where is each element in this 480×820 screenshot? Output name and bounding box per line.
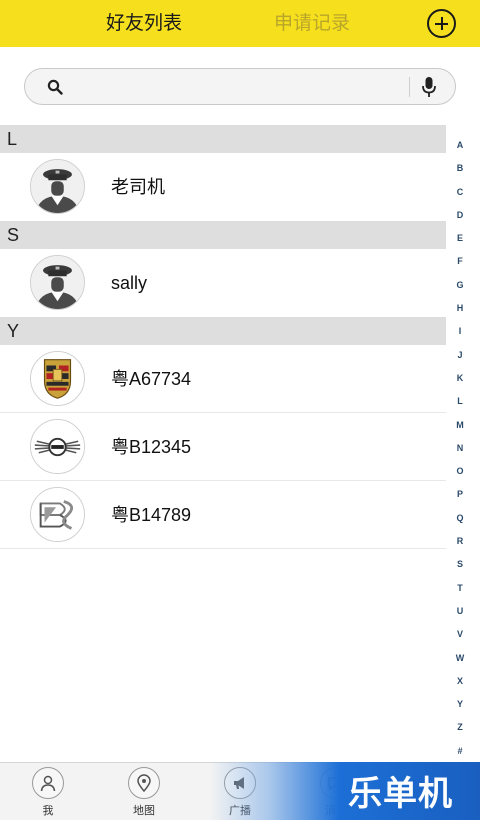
search-bar (24, 68, 456, 105)
index-letter[interactable]: L (446, 390, 474, 413)
index-letter[interactable]: E (446, 227, 474, 250)
index-letter[interactable]: X (446, 670, 474, 693)
section-header: S (0, 221, 446, 249)
index-letter[interactable]: Y (446, 693, 474, 716)
index-letter[interactable]: C (446, 181, 474, 204)
index-letter[interactable]: G (446, 274, 474, 297)
tab-friend-list[interactable]: 好友列表 (106, 0, 182, 47)
tab-request-history[interactable]: 申请记录 (274, 0, 350, 47)
contact-name: 老司机 (111, 177, 165, 197)
contact-name: 粤A67734 (111, 369, 192, 389)
index-letter[interactable]: P (446, 483, 474, 506)
porsche-logo (30, 351, 85, 406)
index-letter[interactable]: M (446, 414, 474, 437)
nav-item-map[interactable]: 地图 (96, 763, 192, 820)
contact-name: 粤B14789 (111, 505, 192, 525)
microphone-icon[interactable] (421, 76, 437, 98)
index-letter[interactable]: Z (446, 716, 474, 739)
ds-logo (30, 487, 85, 542)
watermark-logo: 乐单机 (348, 774, 453, 814)
section-header: L (0, 125, 446, 153)
index-letter[interactable]: W (446, 647, 474, 670)
chauffeur-avatar (30, 159, 85, 214)
contact-name: 粤B12345 (111, 437, 192, 457)
nav-label: 我 (42, 805, 54, 817)
index-letter[interactable]: A (446, 134, 474, 157)
contact-list: L 老司机 S sally Y 粤A67734 粤B12345 粤B14789 (0, 125, 446, 549)
index-letter[interactable]: Q (446, 507, 474, 530)
index-letter[interactable]: O (446, 460, 474, 483)
alphabet-index-bar[interactable]: A B C D E F G H I J K L M N O P Q R S T … (446, 134, 474, 762)
list-item[interactable]: sally (0, 249, 446, 317)
index-letter[interactable]: T (446, 577, 474, 600)
list-item[interactable]: 粤B12345 (0, 413, 446, 481)
index-letter[interactable]: N (446, 437, 474, 460)
index-letter[interactable]: # (446, 740, 474, 763)
index-letter[interactable]: D (446, 204, 474, 227)
index-letter[interactable]: H (446, 297, 474, 320)
list-item[interactable]: 老司机 (0, 153, 446, 221)
map-pin-icon (128, 767, 160, 799)
chauffeur-avatar (30, 255, 85, 310)
index-letter[interactable]: R (446, 530, 474, 553)
list-item[interactable]: 粤A67734 (0, 345, 446, 413)
nav-label: 地图 (133, 805, 155, 817)
index-letter[interactable]: I (446, 320, 474, 343)
search-area (0, 47, 480, 125)
section-header: Y (0, 317, 446, 345)
search-divider (409, 77, 410, 97)
mini-logo (30, 419, 85, 474)
top-bar: 好友列表 申请记录 (0, 0, 480, 47)
index-letter[interactable]: S (446, 553, 474, 576)
plus-circle-icon[interactable] (427, 9, 456, 38)
index-letter[interactable]: J (446, 344, 474, 367)
contact-name: sally (111, 273, 148, 293)
nav-item-me[interactable]: 我 (0, 763, 96, 820)
search-input[interactable] (75, 73, 405, 100)
user-icon (32, 767, 64, 799)
index-letter[interactable]: B (446, 157, 474, 180)
index-letter[interactable]: U (446, 600, 474, 623)
index-letter[interactable]: V (446, 623, 474, 646)
search-icon[interactable] (47, 79, 63, 95)
index-letter[interactable]: K (446, 367, 474, 390)
list-item[interactable]: 粤B14789 (0, 481, 446, 549)
index-letter[interactable]: F (446, 250, 474, 273)
